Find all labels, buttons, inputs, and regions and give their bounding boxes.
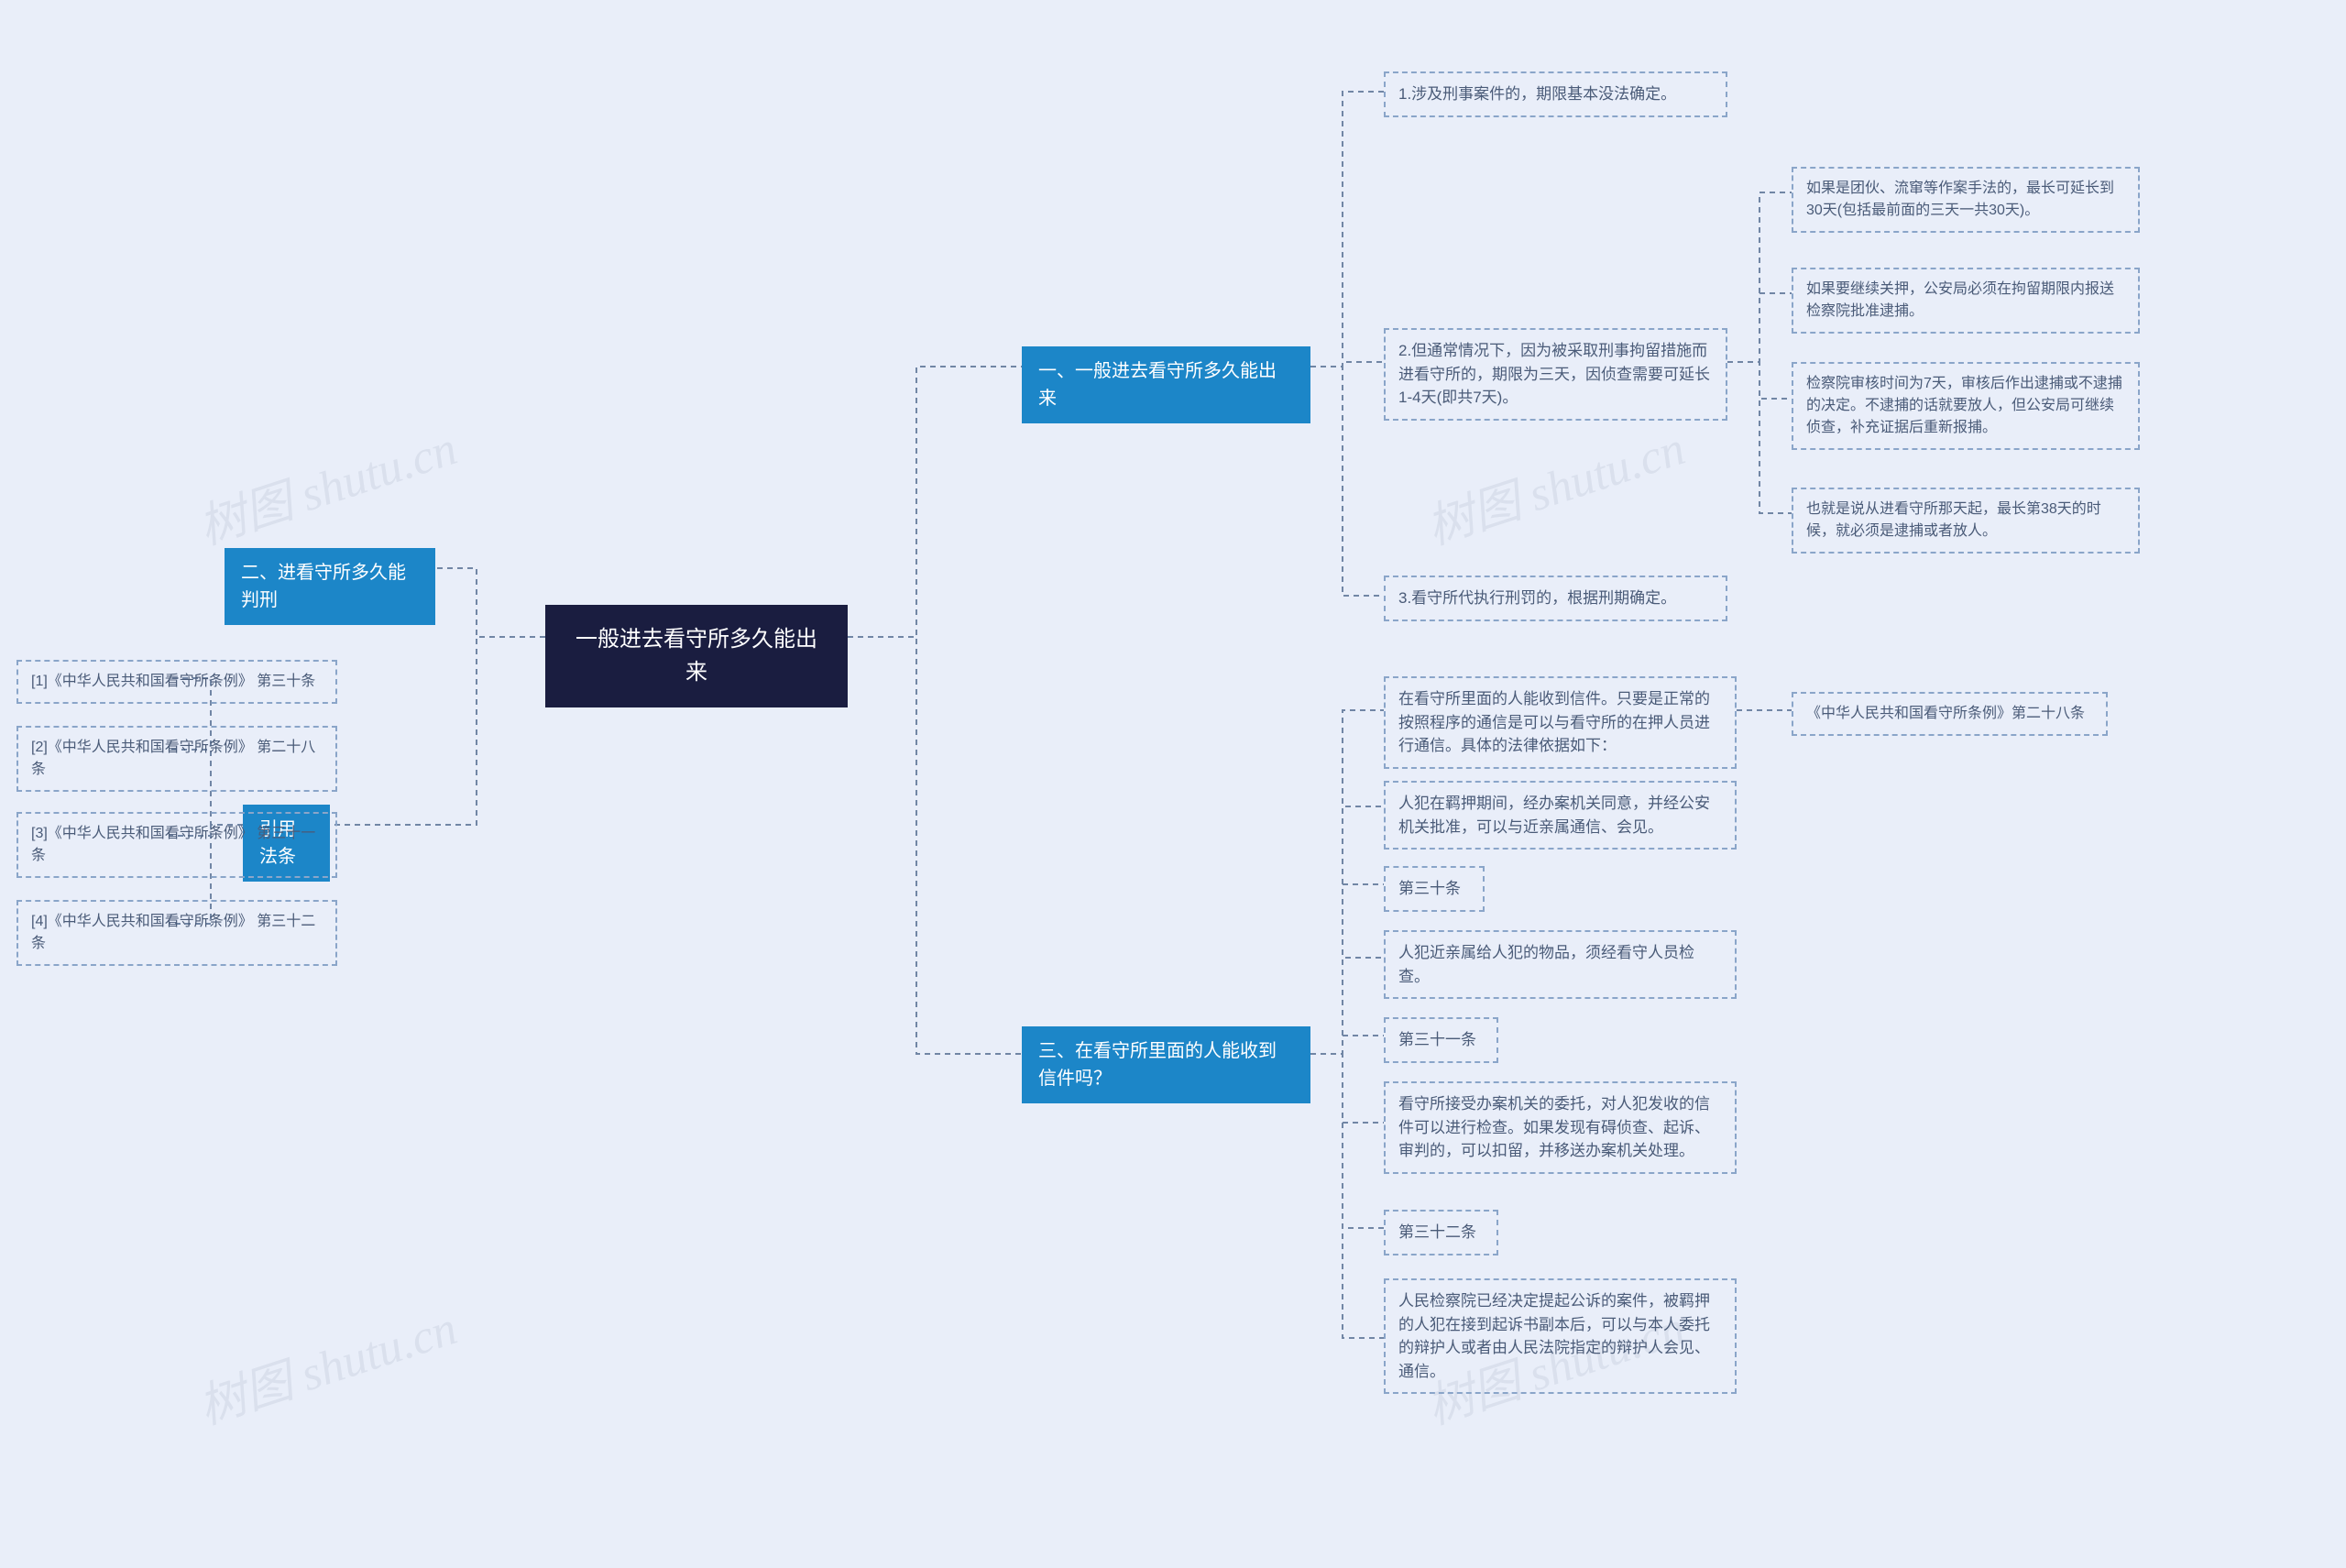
b1-l2-sub-1: 如果是团伙、流窜等作案手法的，最长可延长到30天(包括最前面的三天一共30天)。 <box>1792 167 2140 233</box>
b3-leaf-1: 在看守所里面的人能收到信件。只要是正常的按照程序的通信是可以与看守所的在押人员进… <box>1384 676 1737 769</box>
b3-leaf-4: 人犯近亲属给人犯的物品，须经看守人员检查。 <box>1384 930 1737 999</box>
b1-l2-sub-2: 如果要继续关押，公安局必须在拘留期限内报送检察院批准逮捕。 <box>1792 268 2140 334</box>
b1-leaf-3: 3.看守所代执行刑罚的，根据刑期确定。 <box>1384 576 1727 621</box>
b1-l2-sub-3: 检察院审核时间为7天，审核后作出逮捕或不逮捕的决定。不逮捕的话就要放人，但公安局… <box>1792 362 2140 450</box>
b1-l2-sub-4: 也就是说从进看守所那天起，最长第38天的时候，就必须是逮捕或者放人。 <box>1792 488 2140 554</box>
b1-leaf-1: 1.涉及刑事案件的，期限基本没法确定。 <box>1384 71 1727 117</box>
branch-1: 一、一般进去看守所多久能出来 <box>1022 346 1310 423</box>
b4-leaf-4: [4]《中华人民共和国看守所条例》 第三十二条 <box>16 900 337 966</box>
b3-leaf-6: 看守所接受办案机关的委托，对人犯发收的信件可以进行检查。如果发现有碍侦查、起诉、… <box>1384 1081 1737 1174</box>
branch-3: 三、在看守所里面的人能收到信件吗？ <box>1022 1026 1310 1103</box>
b4-leaf-1: [1]《中华人民共和国看守所条例》 第三十条 <box>16 660 337 704</box>
root-node: 一般进去看守所多久能出来 <box>545 605 848 707</box>
b3-leaf-7: 第三十二条 <box>1384 1210 1498 1255</box>
watermark: 树图 shutu.cn <box>189 1289 465 1437</box>
b4-leaf-3: [3]《中华人民共和国看守所条例》 第三十一条 <box>16 812 337 878</box>
b3-leaf-8: 人民检察院已经决定提起公诉的案件，被羁押的人犯在接到起诉书副本后，可以与本人委托… <box>1384 1278 1737 1394</box>
watermark: 树图 shutu.cn <box>1417 410 1693 557</box>
b4-leaf-2: [2]《中华人民共和国看守所条例》 第二十八条 <box>16 726 337 792</box>
b3-leaf-2: 人犯在羁押期间，经办案机关同意，并经公安机关批准，可以与近亲属通信、会见。 <box>1384 781 1737 850</box>
branch-2: 二、进看守所多久能判刑 <box>225 548 435 625</box>
connector-layer <box>0 0 2346 1568</box>
b1-leaf-2: 2.但通常情况下，因为被采取刑事拘留措施而进看守所的，期限为三天，因侦查需要可延… <box>1384 328 1727 421</box>
watermark: 树图 shutu.cn <box>189 410 465 557</box>
b3-leaf-5: 第三十一条 <box>1384 1017 1498 1063</box>
b3-leaf-3: 第三十条 <box>1384 866 1485 912</box>
b3-leaf-1-sub: 《中华人民共和国看守所条例》第二十八条 <box>1792 692 2108 736</box>
